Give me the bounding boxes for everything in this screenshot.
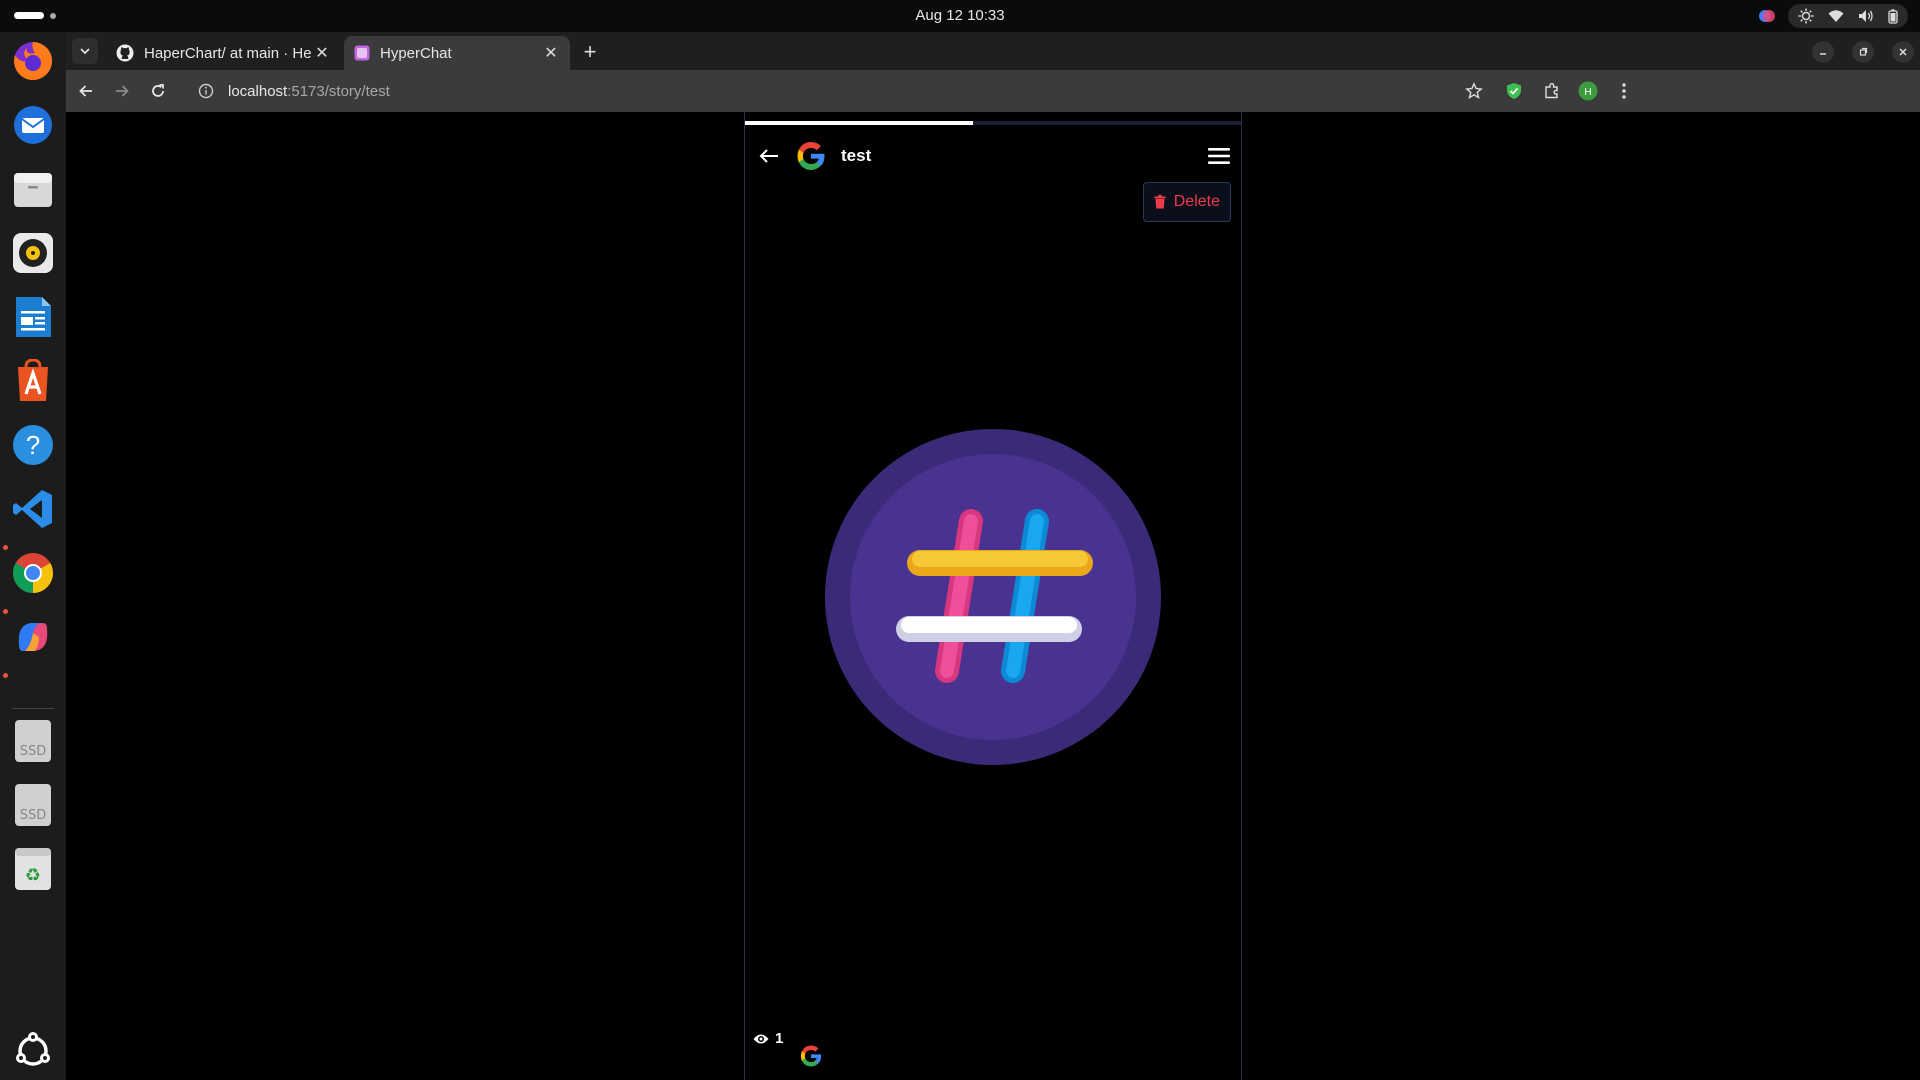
ssd-drive-icon[interactable]: SSD — [10, 782, 56, 828]
close-icon[interactable]: ✕ — [313, 44, 331, 62]
delete-story-button[interactable]: Delete — [1142, 182, 1231, 222]
show-apps-icon[interactable] — [10, 1028, 56, 1074]
tab-strip: HaperChart/ at main · He ✕ HyperChat ✕ + — [66, 32, 1920, 70]
browser-menu-button[interactable] — [1612, 79, 1636, 103]
ssd-label: SSD — [20, 744, 47, 759]
quick-settings-button[interactable] — [1788, 4, 1908, 28]
firefox-icon[interactable] — [10, 38, 56, 84]
vscode-icon[interactable] — [10, 486, 56, 532]
github-icon — [116, 44, 134, 62]
url-host: localhost — [228, 82, 288, 100]
application-dock: ? SSD SSD ♻ — [0, 32, 66, 1080]
story-back-button[interactable] — [757, 144, 781, 168]
close-icon[interactable]: ✕ — [542, 44, 560, 62]
rhythmbox-icon[interactable] — [10, 230, 56, 276]
browser-window: HaperChart/ at main · He ✕ HyperChat ✕ + — [66, 32, 1920, 1080]
story-title: test — [841, 146, 872, 165]
star-icon — [1465, 82, 1483, 99]
volume-icon — [1859, 10, 1873, 22]
view-count[interactable]: 1 — [753, 1030, 783, 1047]
reload-button[interactable] — [146, 79, 170, 103]
profile-avatar: H — [1578, 81, 1598, 101]
page-viewport: test Delete 1 — [66, 112, 1920, 1080]
new-tab-button[interactable]: + — [578, 39, 602, 64]
url-text[interactable]: localhost:5173/story/test — [228, 83, 390, 100]
brightness-icon — [1798, 8, 1814, 24]
help-icon[interactable]: ? — [10, 422, 56, 468]
ssd-label: SSD — [20, 808, 47, 823]
view-count-value: 1 — [775, 1030, 784, 1047]
site-info-icon[interactable] — [198, 83, 214, 99]
app-center-icon[interactable] — [10, 358, 56, 404]
adblock-extension-button[interactable] — [1502, 79, 1526, 103]
tab-list-button[interactable] — [72, 38, 98, 64]
tab-github[interactable]: HaperChart/ at main · He ✕ — [106, 36, 341, 70]
back-button[interactable] — [74, 79, 98, 103]
thunderbird-icon[interactable] — [10, 102, 56, 148]
copilot-tray-icon[interactable] — [1758, 7, 1776, 25]
close-window-button[interactable] — [1892, 41, 1914, 63]
story-progress-bar — [745, 121, 1241, 125]
files-icon[interactable] — [10, 166, 56, 212]
chevron-down-icon — [80, 48, 90, 55]
system-tray — [1758, 4, 1908, 28]
copilot-icon[interactable] — [10, 614, 56, 660]
hashtag-story-image — [825, 429, 1161, 765]
kebab-menu-icon — [1622, 83, 1626, 99]
forward-button[interactable] — [110, 79, 134, 103]
address-bar[interactable]: localhost:5173/story/test — [184, 75, 1814, 107]
eye-icon — [753, 1034, 769, 1043]
minimize-button[interactable] — [1812, 41, 1834, 63]
tab-title: HaperChart/ at main · He — [144, 44, 312, 62]
browser-toolbar: localhost:5173/story/test H — [66, 70, 1920, 112]
viewer-google-avatar-icon[interactable] — [799, 1044, 823, 1068]
hyperchat-favicon-icon — [354, 45, 370, 61]
running-indicator — [3, 609, 8, 614]
running-indicator — [3, 545, 8, 550]
delete-label: Delete — [1173, 193, 1220, 210]
system-top-bar: Aug 12 10:33 — [0, 0, 1920, 32]
svg-text:♻: ♻ — [25, 865, 41, 886]
story-progress-fill — [745, 121, 974, 125]
svg-text:H: H — [1584, 87, 1591, 98]
trash-icon[interactable]: ♻ — [10, 846, 56, 892]
restore-button[interactable] — [1852, 41, 1874, 63]
battery-icon — [1888, 8, 1898, 24]
arrow-left-icon — [759, 149, 778, 163]
ssd-drive-icon[interactable]: SSD — [10, 718, 56, 764]
wifi-icon — [1828, 10, 1844, 22]
story-viewer: test Delete 1 — [744, 112, 1242, 1080]
dock-separator — [12, 708, 54, 709]
svg-text:?: ? — [26, 430, 40, 460]
chrome-icon[interactable] — [10, 550, 56, 596]
trash-icon — [1154, 195, 1166, 209]
google-avatar-icon[interactable] — [795, 140, 827, 172]
arrow-left-icon — [79, 85, 92, 97]
extensions-button[interactable] — [1540, 79, 1564, 103]
hamburger-icon — [1208, 148, 1230, 164]
reload-icon — [152, 84, 164, 97]
profile-button[interactable]: H — [1576, 79, 1600, 103]
system-clock[interactable]: Aug 12 10:33 — [0, 7, 1920, 24]
tab-title: HyperChat — [380, 44, 452, 62]
puzzle-icon — [1545, 83, 1558, 99]
url-path: :5173/story/test — [287, 82, 390, 100]
writer-icon[interactable] — [10, 294, 56, 340]
running-indicator — [3, 673, 8, 678]
shield-icon — [1507, 83, 1521, 99]
story-header: test — [745, 134, 1241, 178]
tab-hyperchat[interactable]: HyperChat ✕ — [344, 36, 570, 70]
arrow-right-icon — [116, 85, 129, 97]
story-menu-button[interactable] — [1207, 144, 1231, 168]
bookmark-button[interactable] — [1462, 79, 1486, 103]
